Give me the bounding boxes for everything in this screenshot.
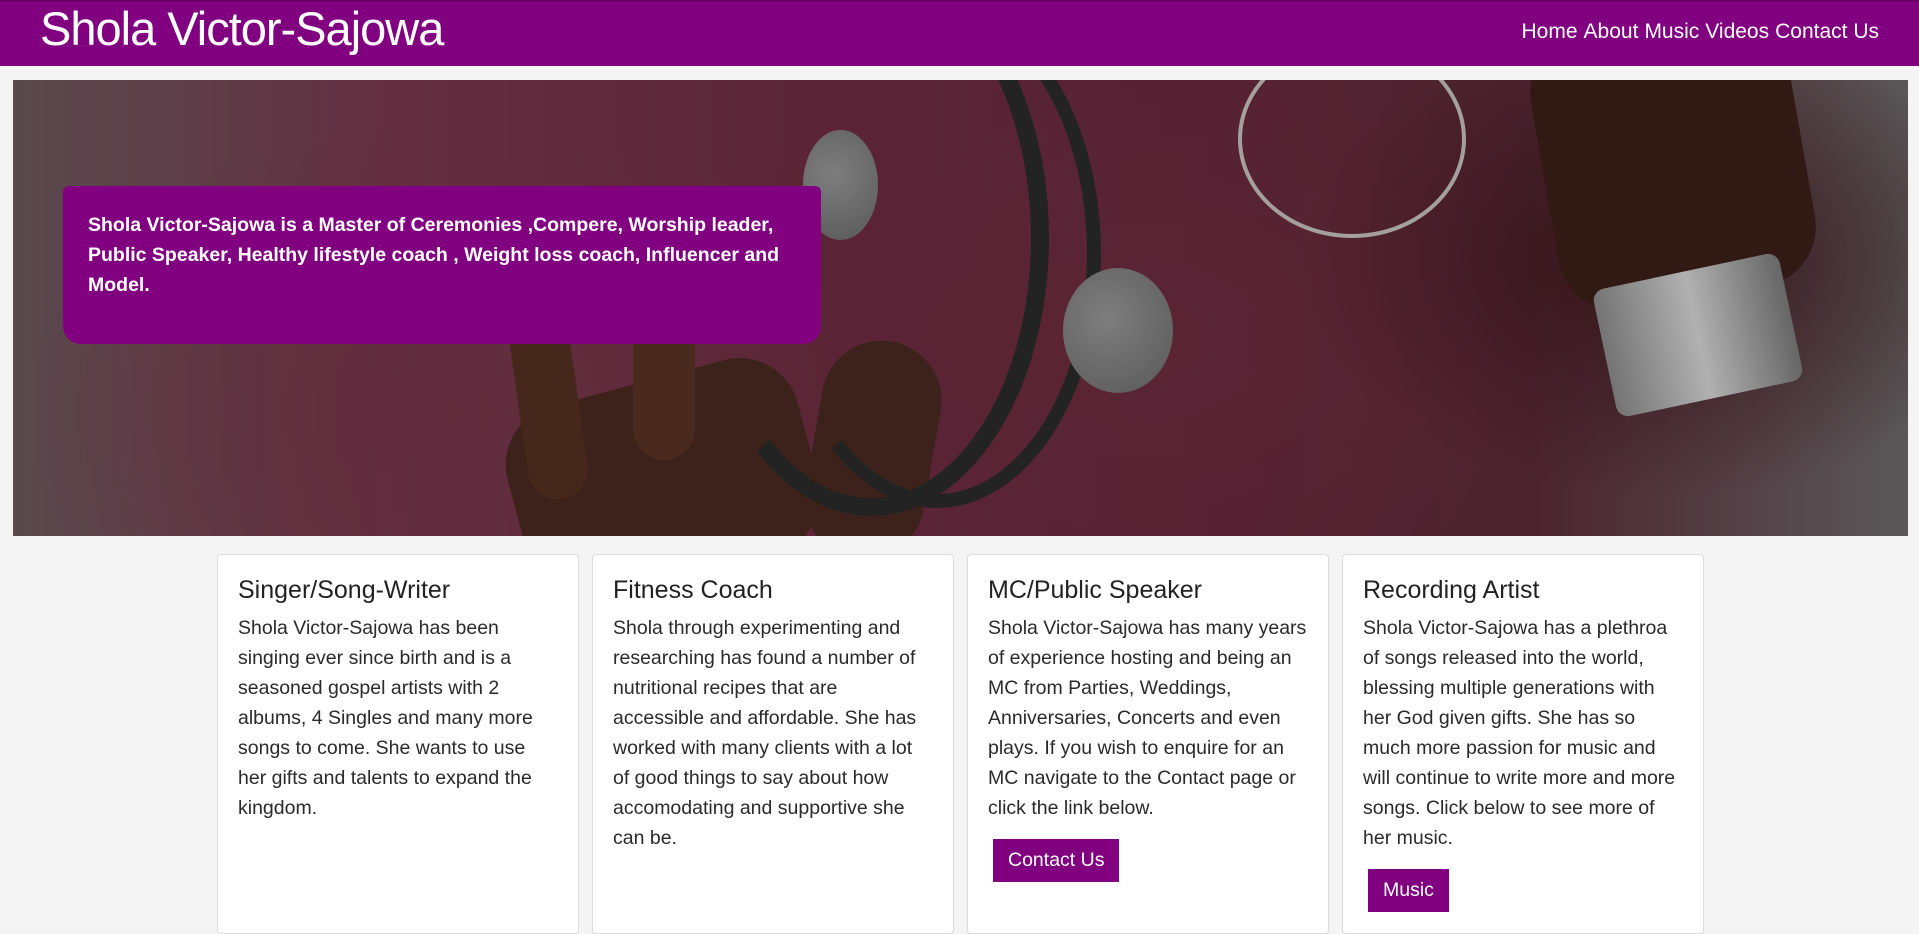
site-brand[interactable]: Shola Victor-Sajowa bbox=[40, 1, 444, 65]
card-mc-public-speaker: MC/Public Speaker Shola Victor-Sajowa ha… bbox=[967, 554, 1329, 934]
nav-link-contact-us[interactable]: Contact Us bbox=[1775, 1, 1879, 63]
card-text: Shola Victor-Sajowa has been singing eve… bbox=[238, 617, 533, 819]
card-text: Shola Victor-Sajowa has many years of ex… bbox=[988, 617, 1307, 819]
card-title: Singer/Song-Writer bbox=[238, 576, 451, 604]
card-text: Shola Victor-Sajowa has a plethroa of so… bbox=[1363, 617, 1676, 849]
card-title: Fitness Coach bbox=[613, 576, 773, 604]
nav-link-videos[interactable]: Videos bbox=[1705, 1, 1769, 63]
nav-link-home[interactable]: Home bbox=[1522, 1, 1578, 63]
music-button[interactable]: Music bbox=[1368, 869, 1449, 912]
card-recording-artist: Recording Artist Shola Victor-Sajowa has… bbox=[1342, 554, 1704, 934]
card-text: Shola through experimenting and research… bbox=[613, 617, 917, 849]
nav-links: Home About Music Videos Contact Us bbox=[1522, 1, 1879, 63]
hero-tagline-box: Shola Victor-Sajowa is a Master of Cerem… bbox=[63, 186, 821, 344]
hero-banner: Shola Victor-Sajowa is a Master of Cerem… bbox=[13, 80, 1908, 536]
card-fitness-coach: Fitness Coach Shola through experimentin… bbox=[592, 554, 954, 934]
card-title: Recording Artist bbox=[1363, 576, 1540, 604]
card-title: MC/Public Speaker bbox=[988, 576, 1202, 604]
nav-link-music[interactable]: Music bbox=[1644, 1, 1699, 63]
navbar: Shola Victor-Sajowa Home About Music Vid… bbox=[0, 0, 1919, 66]
hero-tagline: Shola Victor-Sajowa is a Master of Cerem… bbox=[88, 214, 780, 296]
nav-link-about[interactable]: About bbox=[1584, 1, 1639, 63]
contact-us-button[interactable]: Contact Us bbox=[993, 839, 1120, 882]
card-singer-songwriter: Singer/Song-Writer Shola Victor-Sajowa h… bbox=[217, 554, 579, 934]
